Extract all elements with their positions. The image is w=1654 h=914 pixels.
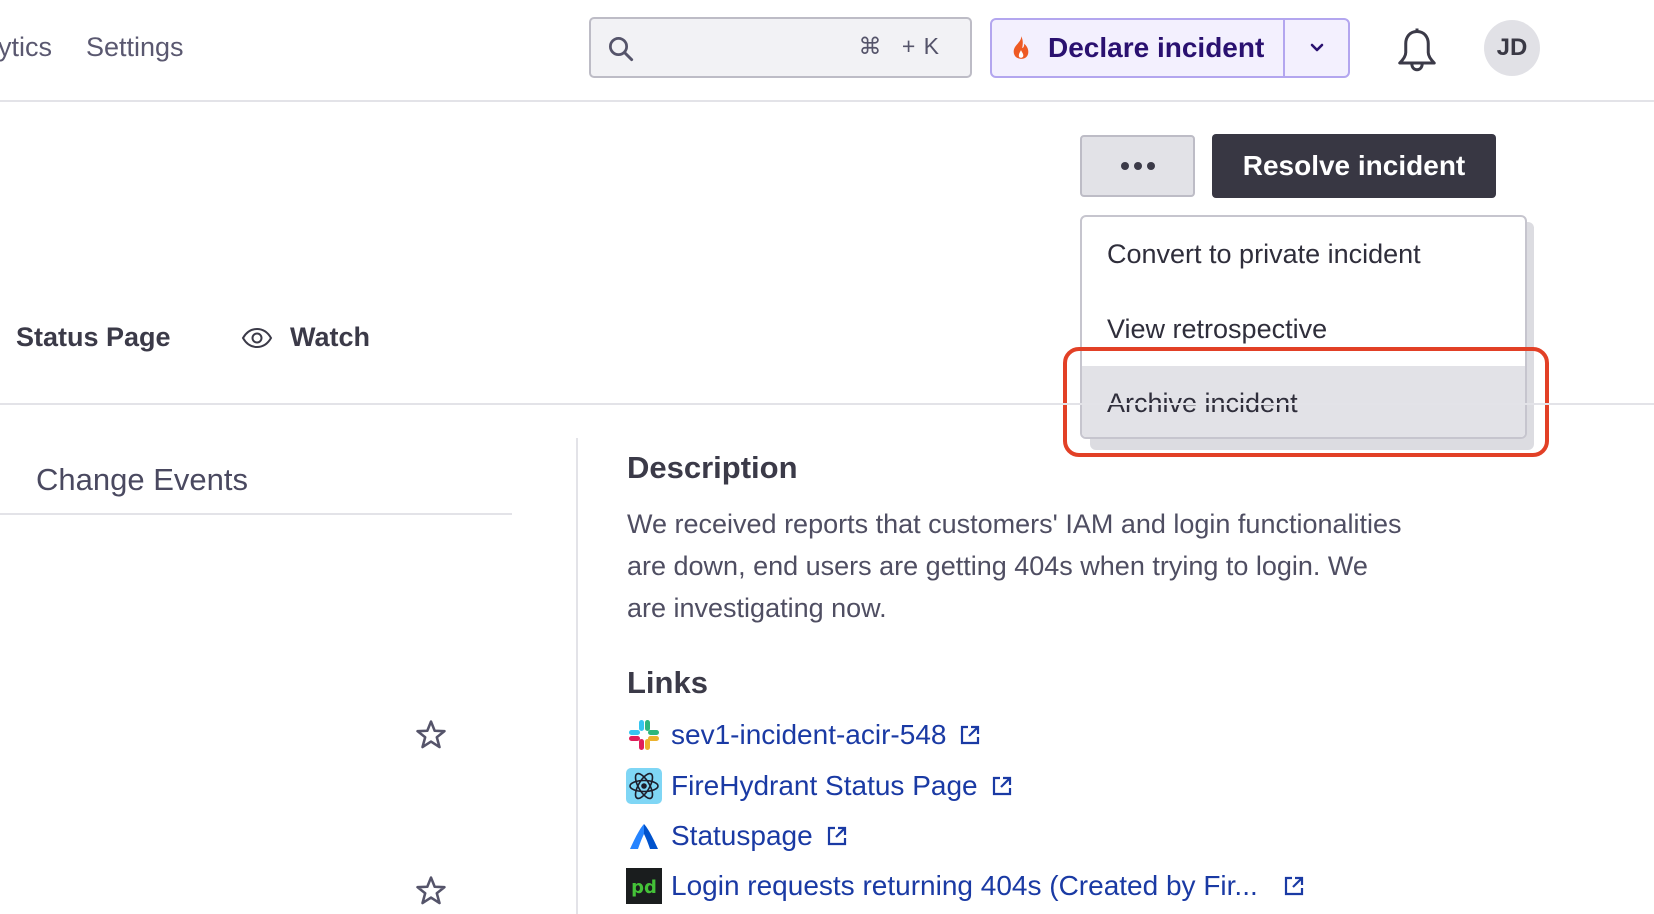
resolve-incident-button[interactable]: Resolve incident	[1212, 134, 1496, 198]
external-link-icon	[827, 826, 846, 846]
section-divider	[0, 403, 1654, 405]
link-label: Login requests returning 404s (Created b…	[671, 870, 1258, 901]
declare-incident-button[interactable]: Declare incident	[992, 20, 1285, 76]
nav-item-analytics[interactable]: ytics	[0, 31, 52, 63]
user-avatar[interactable]: JD	[1484, 20, 1540, 76]
description-heading: Description	[627, 450, 798, 485]
search-icon	[609, 37, 634, 62]
notifications-bell-icon[interactable]	[1396, 27, 1438, 75]
link-item[interactable]: Statuspage	[626, 816, 849, 856]
external-link-icon	[1284, 876, 1303, 896]
svg-text:pd: pd	[631, 877, 657, 898]
link-item[interactable]: sev1-incident-acir-548	[626, 715, 982, 755]
fire-icon	[1013, 36, 1029, 59]
header-divider	[0, 100, 1654, 102]
more-actions-button[interactable]	[1080, 135, 1195, 197]
pagerduty-icon: pd	[626, 868, 662, 904]
link-label: FireHydrant Status Page	[671, 770, 978, 801]
atlassian-statuspage-icon	[630, 824, 658, 849]
ellipsis-icon-dot	[1146, 162, 1155, 170]
ellipsis-icon-dot	[1120, 162, 1129, 170]
links-heading: Links	[627, 665, 708, 700]
external-link-icon	[961, 725, 980, 745]
tab-status-page[interactable]: Status Page	[16, 322, 171, 353]
chevron-down-icon	[1310, 43, 1323, 52]
declare-incident-label: Declare incident	[1048, 32, 1265, 63]
command-key-icon: ⌘	[858, 33, 883, 59]
search-input[interactable]: ⌘ + K	[589, 17, 972, 78]
declare-incident-split-button: Declare incident	[990, 18, 1350, 78]
slack-icon	[629, 720, 659, 750]
eye-icon	[241, 327, 273, 349]
more-actions-menu: Convert to private incident View retrosp…	[1080, 215, 1527, 439]
link-item[interactable]: pd Login requests returning 404s (Create…	[626, 866, 1306, 906]
link-item[interactable]: FireHydrant Status Page	[626, 766, 1014, 806]
watch-button[interactable]: Watch	[290, 322, 370, 353]
react-icon	[626, 768, 662, 804]
tab-underline	[0, 513, 512, 515]
star-icon[interactable]	[414, 874, 448, 908]
description-body: We received reports that customers' IAM …	[627, 509, 1402, 623]
ellipsis-icon-dot	[1133, 162, 1142, 170]
column-divider	[576, 438, 578, 914]
declare-incident-dropdown-toggle[interactable]	[1285, 20, 1348, 76]
link-label: Statuspage	[671, 820, 813, 851]
nav-item-settings[interactable]: Settings	[86, 31, 184, 63]
shortcut-key: + K	[901, 33, 940, 59]
external-link-icon	[992, 776, 1011, 796]
search-shortcut-hint: ⌘ + K	[858, 33, 940, 60]
link-label: sev1-incident-acir-548	[671, 719, 947, 750]
menu-item-convert-to-private[interactable]: Convert to private incident	[1082, 217, 1525, 291]
tab-change-events[interactable]: Change Events	[36, 462, 248, 498]
menu-item-view-retrospective[interactable]: View retrospective	[1082, 292, 1525, 366]
star-icon[interactable]	[414, 718, 448, 752]
